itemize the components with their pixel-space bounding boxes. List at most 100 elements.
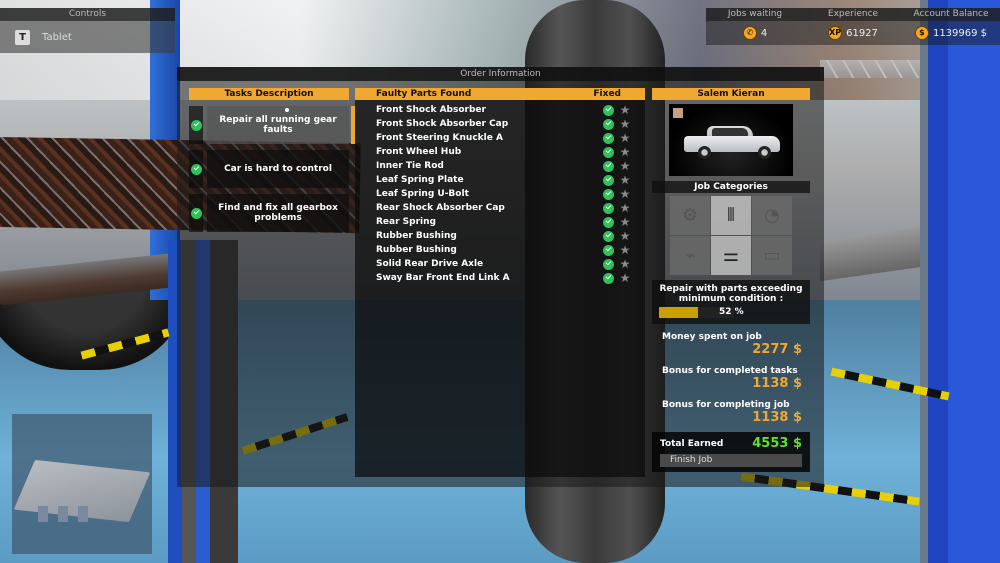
bonus-job-value: 1138 $ — [752, 410, 802, 425]
task-label: Repair all running gear faults — [207, 106, 349, 144]
account-balance-label: Account Balance — [913, 9, 989, 19]
star-icon[interactable]: ★ — [619, 216, 631, 228]
part-row[interactable]: Front Shock Absorber ★ — [355, 103, 645, 117]
task-item[interactable]: Car is hard to control — [189, 150, 349, 188]
window-title: Order Information — [177, 67, 824, 81]
star-icon[interactable]: ★ — [619, 132, 631, 144]
fixed-check-icon — [603, 188, 614, 200]
job-category-gearbox-icon: ⚌ — [711, 236, 751, 275]
star-icon[interactable]: ★ — [619, 174, 631, 186]
fixed-check-icon — [603, 230, 614, 242]
condition-percent: 52 % — [719, 307, 744, 317]
fixed-check-icon — [603, 216, 614, 228]
condition-progress-bar: 52 % — [659, 307, 744, 318]
cursor-dot — [285, 108, 289, 112]
fixed-check-icon — [603, 118, 614, 130]
fixed-check-icon — [603, 202, 614, 214]
fixed-check-icon — [603, 160, 614, 172]
bonus-job-label: Bonus for completing job — [662, 400, 790, 410]
part-row[interactable]: Inner Tie Rod ★ — [355, 159, 645, 173]
task-item[interactable]: Find and fix all gearbox problems — [189, 194, 349, 232]
part-name: Leaf Spring U-Bolt — [376, 189, 469, 199]
condition-section: Repair with parts exceeding minimum cond… — [652, 280, 810, 324]
finish-job-button[interactable]: Finish Job — [660, 454, 802, 467]
check-icon — [190, 163, 202, 175]
part-name: Rear Spring — [376, 217, 436, 227]
part-preview — [12, 414, 152, 554]
part-name: Solid Rear Drive Axle — [376, 259, 484, 269]
car-wheel — [758, 146, 771, 159]
jobs-waiting: ✆ 4 — [706, 26, 804, 40]
star-icon[interactable]: ★ — [619, 104, 631, 116]
part-row[interactable]: Rubber Bushing ★ — [355, 243, 645, 257]
part-row[interactable]: Rubber Bushing ★ — [355, 229, 645, 243]
job-category-suspension-icon: ⦀ — [711, 196, 751, 235]
part-name: Rear Shock Absorber Cap — [376, 203, 505, 213]
condition-label: Repair with parts exceeding minimum cond… — [659, 284, 803, 304]
part-row[interactable]: Front Shock Absorber Cap ★ — [355, 117, 645, 131]
xp-icon: XP — [828, 26, 843, 40]
total-earned-label: Total Earned — [660, 438, 724, 449]
lift-post — [920, 0, 1000, 563]
star-icon[interactable]: ★ — [619, 160, 631, 172]
task-label: Find and fix all gearbox problems — [207, 194, 349, 232]
fixed-check-icon — [603, 272, 614, 284]
car-color-swatch — [673, 108, 683, 118]
star-icon[interactable]: ★ — [619, 230, 631, 242]
part-name: Rubber Bushing — [376, 245, 457, 255]
part-row[interactable]: Rear Spring ★ — [355, 215, 645, 229]
part-row[interactable]: Rear Shock Absorber Cap ★ — [355, 201, 645, 215]
star-icon[interactable]: ★ — [619, 118, 631, 130]
check-icon — [190, 119, 202, 131]
phone-icon: ✆ — [742, 26, 757, 40]
star-icon[interactable]: ★ — [619, 244, 631, 256]
parts-list: Front Shock Absorber ★ Front Shock Absorbe… — [355, 100, 645, 285]
part-name: Inner Tie Rod — [376, 161, 444, 171]
part-row[interactable]: Sway Bar Front End Link A ★ — [355, 271, 645, 285]
jobs-waiting-value: 4 — [760, 27, 768, 39]
control-item-tablet[interactable]: T Tablet — [0, 21, 175, 53]
fixed-check-icon — [603, 104, 614, 116]
part-row[interactable]: Front Steering Knuckle A ★ — [355, 131, 645, 145]
task-label: Car is hard to control — [207, 150, 349, 188]
tasks-header: Tasks Description — [189, 88, 349, 100]
star-icon[interactable]: ★ — [619, 258, 631, 270]
job-category-body-icon: ▭ — [752, 236, 792, 275]
account-balance-value: 1139969 $ — [932, 27, 988, 39]
part-row[interactable]: Leaf Spring U-Bolt ★ — [355, 187, 645, 201]
job-categories-title: Job Categories — [652, 181, 810, 193]
car-preview — [669, 104, 793, 176]
fixed-check-icon — [603, 244, 614, 256]
plate-leg — [78, 506, 88, 522]
part-row[interactable]: Front Wheel Hub ★ — [355, 145, 645, 159]
faulty-parts-panel: Faulty Parts Found Fixed Front Shock Abs… — [355, 88, 645, 477]
part-name: Front Steering Knuckle A — [376, 133, 503, 143]
bonus-tasks-label: Bonus for completed tasks — [662, 366, 798, 376]
fixed-check-icon — [603, 132, 614, 144]
customer-panel: Salem Kieran Job Categories ⚙ ⦀ ◔ ⌁ ⚌ ▭ Repai… — [652, 88, 810, 472]
star-icon[interactable]: ★ — [619, 272, 631, 284]
fixed-check-icon — [603, 146, 614, 158]
fixed-header: Fixed — [593, 89, 621, 99]
task-item[interactable]: Repair all running gear faults — [189, 106, 355, 144]
part-row[interactable]: Solid Rear Drive Axle ★ — [355, 257, 645, 271]
stats-panel: Jobs waiting Experience Account Balance … — [706, 8, 1000, 45]
star-icon[interactable]: ★ — [619, 202, 631, 214]
job-categories-grid: ⚙ ⦀ ◔ ⌁ ⚌ ▭ — [670, 196, 792, 275]
job-category-engine-icon: ⚙ — [670, 196, 710, 235]
star-icon[interactable]: ★ — [619, 188, 631, 200]
experience-label: Experience — [827, 9, 879, 19]
experience-value: 61927 — [846, 27, 878, 39]
part-name: Front Wheel Hub — [376, 147, 462, 157]
car-wheel — [698, 146, 711, 159]
part-name: Front Shock Absorber — [376, 105, 486, 115]
money-spent-value: 2277 $ — [752, 342, 802, 357]
part-name: Sway Bar Front End Link A — [376, 273, 510, 283]
job-category-interior-icon: ◔ — [752, 196, 792, 235]
part-name: Leaf Spring Plate — [376, 175, 464, 185]
star-icon[interactable]: ★ — [619, 146, 631, 158]
parts-header: Faulty Parts Found — [376, 89, 472, 99]
controls-panel: Controls T Tablet — [0, 8, 175, 53]
order-information-window: Order Information Tasks Description Repa… — [177, 67, 824, 487]
part-row[interactable]: Leaf Spring Plate ★ — [355, 173, 645, 187]
